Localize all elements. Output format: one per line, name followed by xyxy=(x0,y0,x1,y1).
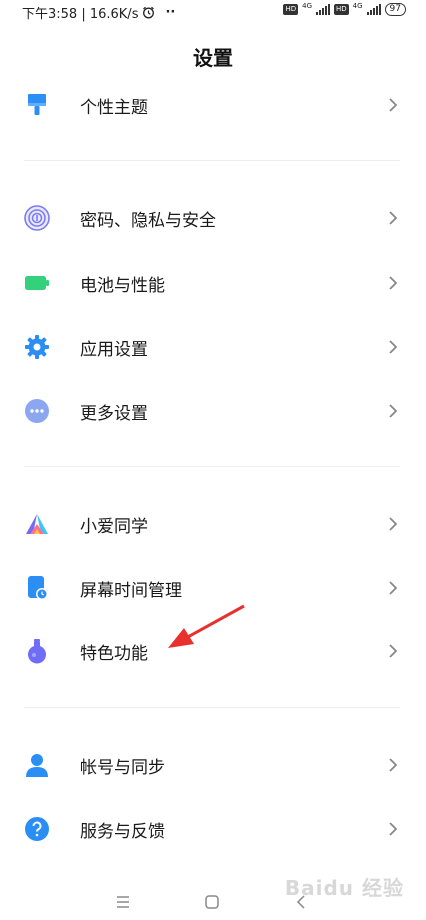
xiaoai-assistant-icon xyxy=(24,511,50,537)
chevron-right-icon xyxy=(389,822,398,836)
settings-item-theme[interactable]: 个性主题 xyxy=(0,76,426,132)
battery-icon: 97 xyxy=(384,3,406,16)
settings-item-security[interactable]: 密码、隐私与安全 xyxy=(0,189,426,245)
chevron-right-icon xyxy=(389,581,398,595)
chevron-right-icon xyxy=(389,404,398,418)
settings-item-more[interactable]: 更多设置 xyxy=(0,382,426,438)
signal-icon xyxy=(366,4,381,15)
watermark: Baidu 经验 xyxy=(284,876,404,900)
settings-item-account[interactable]: 帐号与同步 xyxy=(0,736,426,792)
fingerprint-icon xyxy=(24,205,50,231)
settings-item-label: 个性主题 xyxy=(80,98,148,118)
home-icon[interactable] xyxy=(205,895,219,909)
chevron-right-icon xyxy=(389,644,398,658)
settings-item-label: 特色功能 xyxy=(80,644,148,664)
status-right: HD 4G HD 4G 97 xyxy=(283,1,406,16)
more-status-icon: ·· xyxy=(165,5,176,20)
hd-icon: HD xyxy=(334,4,349,15)
divider xyxy=(24,707,400,708)
phone-clock-icon xyxy=(24,575,50,601)
gear-icon xyxy=(24,334,50,360)
settings-item-screentime[interactable]: 屏幕时间管理 xyxy=(0,559,426,615)
settings-item-label: 服务与反馈 xyxy=(80,822,165,842)
chevron-right-icon xyxy=(389,517,398,531)
signal-icon xyxy=(316,4,330,15)
page-title: 设置 xyxy=(193,46,233,70)
more-dots-icon xyxy=(24,398,50,424)
settings-item-label: 应用设置 xyxy=(80,340,148,360)
settings-item-label: 电池与性能 xyxy=(80,276,165,296)
chevron-right-icon xyxy=(389,211,398,225)
time-and-speed: 下午3:58 | 16.6K/s xyxy=(22,7,139,22)
help-question-icon xyxy=(24,816,50,842)
settings-item-feedback[interactable]: 服务与反馈 xyxy=(0,800,426,856)
chevron-right-icon xyxy=(389,276,398,290)
flask-icon xyxy=(24,638,50,664)
settings-item-battery[interactable]: 电池与性能 xyxy=(0,254,426,310)
divider xyxy=(24,466,400,467)
person-icon xyxy=(24,752,50,778)
settings-item-features[interactable]: 特色功能 xyxy=(0,622,426,678)
sim1-network-label: 4G xyxy=(302,1,312,10)
settings-item-label: 帐号与同步 xyxy=(80,758,165,778)
hd-icon: HD xyxy=(283,4,299,15)
chevron-right-icon xyxy=(389,98,398,112)
menu-icon[interactable] xyxy=(116,896,130,908)
chevron-right-icon xyxy=(389,758,398,772)
settings-item-label: 更多设置 xyxy=(80,404,148,424)
alarm-icon xyxy=(143,6,155,19)
battery-icon xyxy=(24,270,50,296)
settings-item-xiaoai[interactable]: 小爱同学 xyxy=(0,495,426,551)
settings-item-label: 密码、隐私与安全 xyxy=(80,211,216,231)
divider xyxy=(24,160,400,161)
settings-item-apps[interactable]: 应用设置 xyxy=(0,318,426,374)
chevron-right-icon xyxy=(389,340,398,354)
status-left: 下午3:58 | 16.6K/s ·· xyxy=(22,3,175,22)
status-bar: 下午3:58 | 16.6K/s ·· HD 4G HD 4G 97 xyxy=(0,0,426,24)
settings-item-label: 屏幕时间管理 xyxy=(80,581,182,601)
settings-item-label: 小爱同学 xyxy=(80,517,148,537)
sim2-network-label: 4G xyxy=(352,1,363,10)
paint-brush-icon xyxy=(24,92,50,118)
